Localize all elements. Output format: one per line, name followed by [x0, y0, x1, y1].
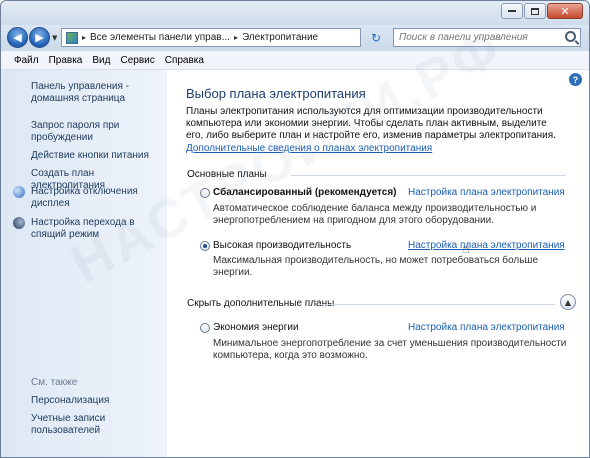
monitor-icon [13, 186, 25, 198]
menu-bar: Файл Правка Вид Сервис Справка [1, 51, 589, 70]
sidebar-item-home[interactable]: Панель управления - домашняя страница [31, 81, 129, 105]
plan-balanced-name[interactable]: Сбалансированный (рекомендуется) [213, 187, 397, 198]
search-icon[interactable] [565, 31, 576, 42]
caption-buttons: ✕ [501, 3, 583, 19]
close-icon: ✕ [560, 4, 570, 18]
intro-line: Планы электропитания используются для оп… [186, 106, 543, 117]
close-button[interactable]: ✕ [547, 3, 583, 19]
sidebar-item-label: спящий режим [31, 229, 100, 240]
back-button[interactable]: ◀ [7, 27, 28, 48]
control-panel-icon [66, 31, 78, 44]
maximize-button[interactable] [524, 3, 546, 19]
sidebar-item-label: домашняя страница [31, 93, 126, 104]
breadcrumb-item-power[interactable]: Электропитание [242, 32, 318, 43]
sidebar-item-label: пробуждении [31, 132, 93, 143]
plan-description-line: энергии. [213, 267, 253, 278]
plan-description-line: Максимальная производительность, но може… [213, 255, 539, 266]
plan-description-line: Автоматическое соблюдение баланса между … [213, 203, 537, 214]
breadcrumb-item-all-items[interactable]: Все элементы панели управ... [90, 32, 230, 43]
chevron-right-icon: ▸ [82, 33, 87, 42]
help-button[interactable]: ? [569, 73, 582, 86]
plan-high-performance-name[interactable]: Высокая производительность [213, 240, 351, 251]
sidebar-item-label: Настройка отключения [31, 186, 138, 197]
plan-power-saver-description: Минимальное энергопотребление за счет ум… [213, 338, 568, 362]
menu-file[interactable]: Файл [9, 55, 44, 66]
chevron-up-icon: ▲ [564, 297, 572, 307]
back-arrow-icon: ◀ [13, 31, 22, 44]
intro-line: его, либо выберите план и настройте его,… [186, 130, 556, 141]
sidebar-item-personalization[interactable]: Персонализация [31, 395, 109, 407]
group-main-plans-title: Основные планы [187, 169, 267, 180]
plan-balanced-radio[interactable] [200, 188, 210, 198]
forward-arrow-icon: ▶ [35, 31, 44, 44]
maximize-icon [531, 7, 539, 15]
plan-power-saver-name[interactable]: Экономия энергии [213, 322, 299, 333]
sidebar-item-user-accounts[interactable]: Учетные записи пользователей [31, 413, 105, 437]
cursor-hand-icon: ☝ [462, 242, 470, 257]
refresh-icon: ↻ [370, 30, 382, 45]
address-bar: ◀ ▶ ▼ ▸ Все элементы панели управ... ▸ Э… [1, 25, 589, 51]
plan-high-performance-description: Максимальная производительность, но може… [213, 255, 568, 279]
intro-text: Планы электропитания используются для оп… [186, 106, 586, 142]
plan-balanced-description: Автоматическое соблюдение баланса между … [213, 203, 568, 227]
group-hidden-plans-title[interactable]: Скрыть дополнительные планы [187, 298, 334, 309]
title-bar: ✕ [1, 1, 589, 25]
sidebar-item-power-button[interactable]: Действие кнопки питания [31, 150, 149, 162]
main-content: ? Выбор плана электропитания Планы элект… [167, 70, 589, 457]
menu-help[interactable]: Справка [160, 55, 209, 66]
refresh-button[interactable]: ↻ [367, 30, 385, 45]
search-box[interactable] [393, 28, 581, 47]
sidebar-item-label: Панель управления - [31, 81, 129, 92]
sidebar-item-label: Запрос пароля при [31, 120, 120, 131]
window: ✕ ◀ ▶ ▼ ▸ Все элементы панели управ... ▸… [0, 0, 590, 458]
plan-power-saver-radio[interactable] [200, 323, 210, 333]
sleep-icon [13, 217, 25, 229]
search-input[interactable] [399, 32, 559, 43]
group-divider [319, 304, 555, 305]
plan-description-line: компьютера, когда это возможно. [213, 350, 368, 361]
menu-tools[interactable]: Сервис [115, 55, 159, 66]
sidebar-item-label: Настройка перехода в [31, 217, 135, 228]
minimize-icon [508, 10, 516, 12]
plan-description-line: Минимальное энергопотребление за счет ум… [213, 338, 567, 349]
plan-description-line: энергопотреблением на пригодном для этог… [213, 215, 494, 226]
history-dropdown-icon[interactable]: ▼ [52, 34, 57, 42]
sidebar-item-display-off[interactable]: Настройка отключения дисплея [31, 186, 138, 210]
sidebar-item-label: Учетные записи [31, 413, 106, 424]
menu-view[interactable]: Вид [87, 55, 115, 66]
sidebar-item-label: пользователей [31, 425, 101, 436]
collapse-button[interactable]: ▲ [560, 294, 576, 310]
sidebar-item-sleep[interactable]: Настройка перехода в спящий режим [31, 217, 135, 241]
minimize-button[interactable] [501, 3, 523, 19]
help-icon: ? [572, 74, 579, 85]
sidebar-item-label: Персонализация [31, 395, 110, 406]
menu-edit[interactable]: Правка [44, 55, 88, 66]
see-also-heading: См. также [31, 377, 78, 388]
breadcrumb[interactable]: ▸ Все элементы панели управ... ▸ Электро… [61, 28, 361, 47]
page-title: Выбор плана электропитания [186, 86, 366, 101]
intro-line: компьютера или экономии энергии. Чтобы с… [186, 118, 547, 129]
plan-balanced-setup-link[interactable]: Настройка плана электропитания [408, 187, 565, 198]
forward-button[interactable]: ▶ [29, 27, 50, 48]
plan-high-performance-radio[interactable] [200, 241, 210, 251]
group-divider [291, 175, 566, 176]
sidebar-item-label: Действие кнопки питания [31, 150, 149, 161]
chevron-right-icon: ▸ [233, 33, 238, 42]
plan-high-performance-setup-link[interactable]: Настройка плана электропитания [408, 240, 565, 251]
sidebar-item-label: дисплея [31, 198, 70, 209]
more-info-link[interactable]: Дополнительные сведения о планах электро… [186, 143, 432, 154]
plan-power-saver-setup-link[interactable]: Настройка плана электропитания [408, 322, 565, 333]
sidebar: Панель управления - домашняя страница За… [1, 70, 167, 457]
sidebar-item-password-on-wake[interactable]: Запрос пароля при пробуждении [31, 120, 119, 144]
